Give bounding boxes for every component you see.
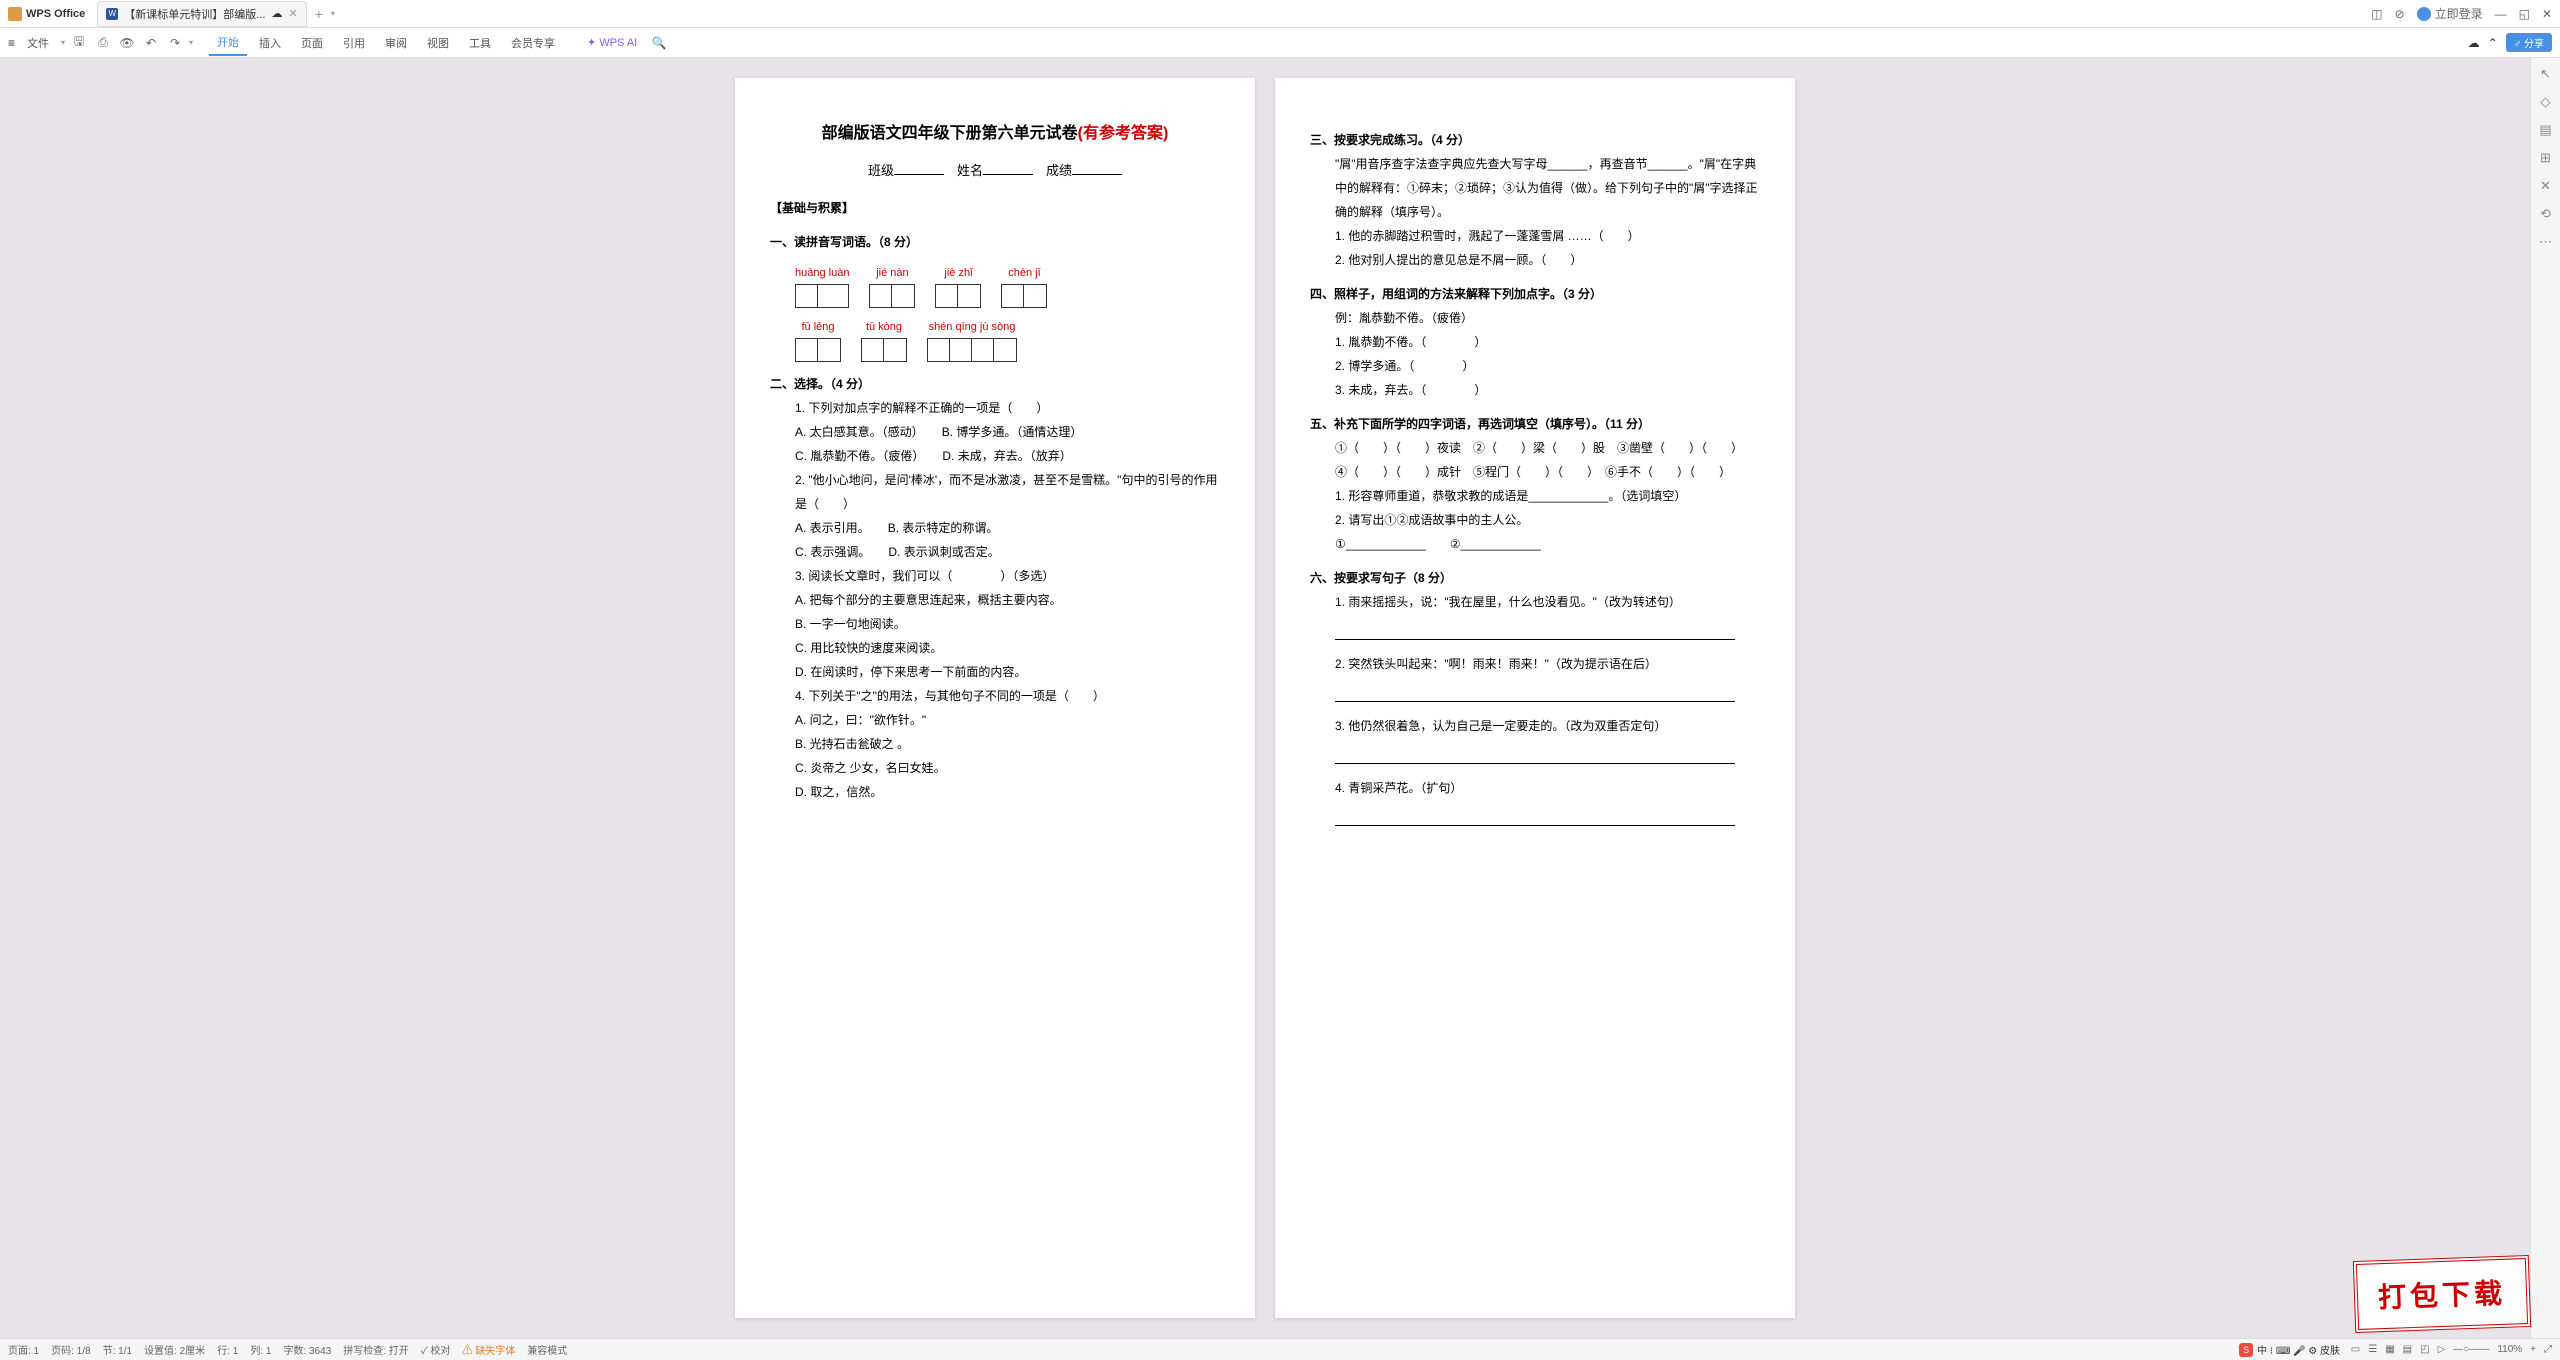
status-compat[interactable]: 兼容模式 bbox=[527, 1342, 567, 1357]
tab-review[interactable]: 审阅 bbox=[377, 31, 415, 55]
login-button[interactable]: 立即登录 bbox=[2417, 5, 2483, 22]
q5-head: 五、补充下面所学的四字词语，再选词填空（填序号）。（11 分） bbox=[1310, 412, 1760, 436]
collapse-icon[interactable]: ⌃ bbox=[2488, 36, 2498, 50]
cube-icon[interactable]: ◫ bbox=[2371, 7, 2382, 21]
tab-title: 【新课标单元特训】部编版... bbox=[124, 6, 265, 22]
wps-icon bbox=[8, 7, 22, 21]
login-label: 立即登录 bbox=[2435, 5, 2483, 22]
q6-head: 六、按要求写句子（8 分） bbox=[1310, 566, 1760, 590]
tab-page[interactable]: 页面 bbox=[293, 31, 331, 55]
q3-head: 三、按要求完成练习。（4 分） bbox=[1310, 128, 1760, 152]
zoom-in-icon[interactable]: + bbox=[2530, 1344, 2536, 1355]
sidebar-backup-icon[interactable]: ⟲ bbox=[2540, 206, 2551, 222]
q2-head: 二、选择。（4 分） bbox=[770, 372, 1220, 396]
tab-tools[interactable]: 工具 bbox=[461, 31, 499, 55]
tab-dropdown[interactable]: ▾ bbox=[331, 9, 335, 18]
titlebar: WPS Office W 【新课标单元特训】部编版... ☁ ✕ + ▾ ◫ ⊘… bbox=[0, 0, 2560, 28]
app-logo[interactable]: WPS Office bbox=[8, 7, 85, 21]
sidebar-limit-icon[interactable]: ⊞ bbox=[2540, 150, 2551, 166]
qat-dropdown[interactable]: ▾ bbox=[189, 38, 193, 47]
page-2: 三、按要求完成练习。（4 分） "屑"用音序查字法查字典应先查大写字母_____… bbox=[1275, 78, 1795, 1318]
status-spell[interactable]: 拼写检查: 打开 bbox=[343, 1342, 409, 1357]
page-1: 部编版语文四年级下册第六单元试卷(有参考答案) 班级 姓名 成绩 【基础与积累】… bbox=[735, 78, 1255, 1318]
status-page-lbl[interactable]: 页面: 1 bbox=[8, 1342, 39, 1357]
save-icon[interactable]: 🖫 bbox=[69, 33, 89, 53]
view-web-icon[interactable]: ▦ bbox=[2385, 1344, 2394, 1355]
tab-close-icon[interactable]: ✕ bbox=[288, 7, 297, 20]
tab-start[interactable]: 开始 bbox=[209, 30, 247, 56]
file-dropdown[interactable]: ▾ bbox=[61, 38, 65, 47]
menu-icon[interactable]: ≡ bbox=[8, 36, 15, 50]
share-button[interactable]: ♂ 分享 bbox=[2506, 33, 2552, 52]
wps-ai-button[interactable]: ✦ WPS AI bbox=[579, 32, 645, 53]
status-proof[interactable]: ✓ 校对 bbox=[421, 1342, 451, 1357]
q2-4: 4. 下列关于"之"的用法，与其他句子不同的一项是（ ） bbox=[795, 684, 1220, 708]
tab-insert[interactable]: 插入 bbox=[251, 31, 289, 55]
document-workspace[interactable]: 部编版语文四年级下册第六单元试卷(有参考答案) 班级 姓名 成绩 【基础与积累】… bbox=[0, 58, 2530, 1338]
view-outline-icon[interactable]: ☰ bbox=[2368, 1344, 2377, 1355]
sidebar-more-icon[interactable]: ⋯ bbox=[2539, 234, 2552, 250]
sidebar-nav-icon[interactable]: ▤ bbox=[2539, 122, 2551, 138]
status-page[interactable]: 页码: 1/8 bbox=[51, 1342, 90, 1357]
sogou-icon: S bbox=[2239, 1343, 2253, 1357]
menubar: ≡ 文件 ▾ 🖫 ⎙ 👁 ↶ ↷ ▾ 开始 插入 页面 引用 审阅 视图 工具 … bbox=[0, 28, 2560, 58]
tab-sync-icon[interactable]: ☁ bbox=[271, 7, 282, 20]
zoom-out-icon[interactable]: ▷ bbox=[2438, 1344, 2446, 1355]
ai-label: WPS AI bbox=[599, 37, 637, 49]
view-read-icon[interactable]: ▤ bbox=[2403, 1344, 2412, 1355]
pinyin-row-2: fū lěng tū kòng shén qīng jù sòng bbox=[795, 316, 1220, 362]
fit-icon[interactable]: ⤢ bbox=[2544, 1344, 2552, 1355]
status-col[interactable]: 列: 1 bbox=[250, 1342, 271, 1357]
status-words[interactable]: 字数: 3643 bbox=[283, 1342, 331, 1357]
section-basis: 【基础与积累】 bbox=[770, 196, 1220, 220]
cloud-icon[interactable]: ☁ bbox=[2468, 36, 2480, 50]
view-page-icon[interactable]: ▭ bbox=[2351, 1344, 2360, 1355]
minimize-icon[interactable]: — bbox=[2495, 7, 2507, 21]
doc-title: 部编版语文四年级下册第六单元试卷(有参考答案) bbox=[770, 118, 1220, 150]
tab-view[interactable]: 视图 bbox=[419, 31, 457, 55]
sidebar-select-icon[interactable]: ↖ bbox=[2540, 66, 2551, 82]
ime-text: 中 ⁝ ⌨ 🎤 ⚙ 皮肤 bbox=[2257, 1342, 2340, 1357]
preview-icon[interactable]: 👁 bbox=[117, 33, 137, 53]
close-icon[interactable]: ✕ bbox=[2542, 7, 2552, 21]
pinyin-row-1: huāng luàn jié nàn jiè zhǐ chèn jī bbox=[795, 262, 1220, 308]
app-name: WPS Office bbox=[26, 8, 85, 20]
add-tab-button[interactable]: + bbox=[315, 6, 323, 22]
sidebar-tool-icon[interactable]: ✕ bbox=[2540, 178, 2551, 194]
help-icon[interactable]: ⊘ bbox=[2395, 7, 2405, 21]
sidebar-style-icon[interactable]: ◇ bbox=[2541, 94, 2551, 110]
q2-1: 1. 下列对加点字的解释不正确的一项是（ ） bbox=[795, 396, 1220, 420]
redo-icon[interactable]: ↷ bbox=[165, 33, 185, 53]
status-row[interactable]: 行: 1 bbox=[217, 1342, 238, 1357]
status-font[interactable]: ⚠ 缺失字体 bbox=[462, 1342, 515, 1357]
right-sidebar: ↖ ◇ ▤ ⊞ ✕ ⟲ ⋯ bbox=[2530, 58, 2560, 1338]
statusbar: 页面: 1 页码: 1/8 节: 1/1 设置值: 2厘米 行: 1 列: 1 … bbox=[0, 1338, 2560, 1360]
ime-badge[interactable]: S 中 ⁝ ⌨ 🎤 ⚙ 皮肤 bbox=[2239, 1342, 2340, 1357]
undo-icon[interactable]: ↶ bbox=[141, 33, 161, 53]
view-focus-icon[interactable]: ◰ bbox=[2420, 1344, 2429, 1355]
search-icon[interactable]: 🔍 bbox=[649, 33, 669, 53]
zoom-value[interactable]: 110% bbox=[2497, 1344, 2522, 1355]
q4-head: 四、照样子，用组词的方法来解释下列加点字。（3 分） bbox=[1310, 282, 1760, 306]
download-stamp[interactable]: 打包下载 bbox=[2353, 1255, 2531, 1333]
doc-subtitle: 班级 姓名 成绩 bbox=[770, 158, 1220, 184]
zoom-slider[interactable]: —○—— bbox=[2453, 1344, 2489, 1355]
print-icon[interactable]: ⎙ bbox=[93, 33, 113, 53]
word-icon: W bbox=[106, 8, 118, 20]
q2-2: 2. "他小心地问，是问'棒冰'，而不是冰激凌，甚至不是雪糕。"句中的引号的作用… bbox=[795, 468, 1220, 516]
q1-head: 一、读拼音写词语。（8 分） bbox=[770, 230, 1220, 254]
document-tab[interactable]: W 【新课标单元特训】部编版... ☁ ✕ bbox=[97, 1, 306, 27]
status-margin[interactable]: 设置值: 2厘米 bbox=[144, 1342, 205, 1357]
file-menu[interactable]: 文件 bbox=[19, 31, 57, 55]
status-section[interactable]: 节: 1/1 bbox=[103, 1342, 132, 1357]
maximize-icon[interactable]: ◱ bbox=[2519, 7, 2530, 21]
q2-3: 3. 阅读长文章时，我们可以（ ）（多选） bbox=[795, 564, 1220, 588]
avatar-icon bbox=[2417, 7, 2431, 21]
tab-reference[interactable]: 引用 bbox=[335, 31, 373, 55]
tab-member[interactable]: 会员专享 bbox=[503, 31, 563, 55]
